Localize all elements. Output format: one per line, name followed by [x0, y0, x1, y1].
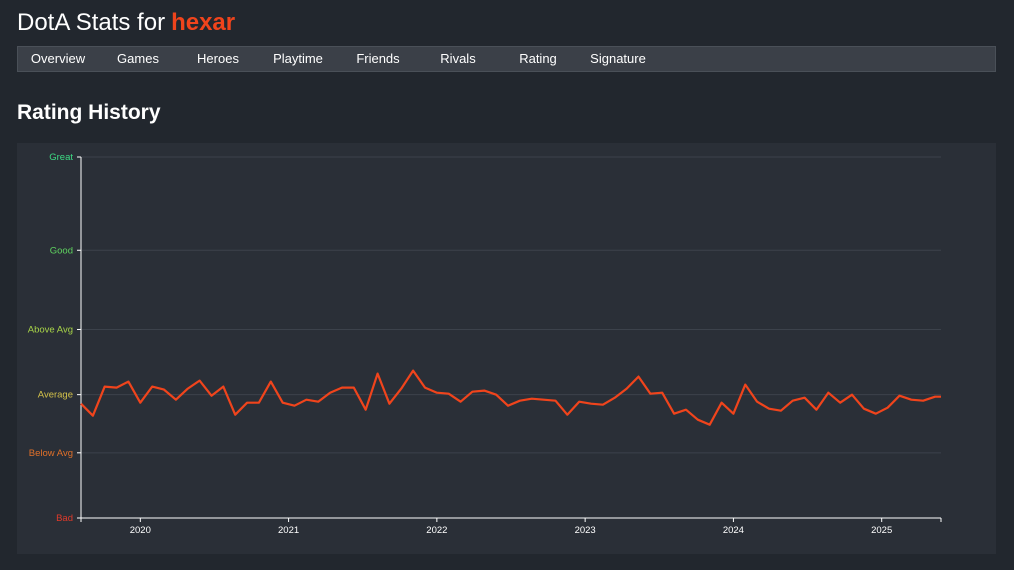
nav-item-rating[interactable]: Rating: [498, 47, 578, 71]
y-tick-label: Average: [38, 390, 73, 401]
y-tick-label: Bad: [56, 513, 73, 524]
nav-item-playtime[interactable]: Playtime: [258, 47, 338, 71]
nav-item-rivals[interactable]: Rivals: [418, 47, 498, 71]
username[interactable]: hexar: [171, 9, 235, 36]
x-tick-label: 2024: [723, 525, 744, 536]
y-tick-label: Great: [49, 152, 73, 163]
page-title: DotA Stats for hexar: [17, 8, 235, 38]
x-tick-label: 2020: [130, 525, 151, 536]
title-prefix: DotA Stats for: [17, 9, 166, 36]
nav-item-heroes[interactable]: Heroes: [178, 47, 258, 71]
y-tick-label: Above Avg: [28, 324, 73, 335]
y-tick-label: Good: [50, 245, 73, 256]
nav-item-friends[interactable]: Friends: [338, 47, 418, 71]
section-title: Rating History: [17, 101, 161, 124]
x-tick-label: 2025: [871, 525, 892, 536]
y-tick-label: Below Avg: [29, 448, 73, 459]
nav-item-games[interactable]: Games: [98, 47, 178, 71]
main-nav: Overview Games Heroes Playtime Friends R…: [17, 46, 996, 72]
x-tick-label: 2023: [575, 525, 596, 536]
rating-chart-panel: Great Good Above Avg Average Below Avg Bad 202…: [17, 143, 996, 554]
nav-item-signature[interactable]: Signature: [578, 47, 658, 71]
x-tick-label: 2022: [426, 525, 447, 536]
rating-chart: Great Good Above Avg Average Below Avg Bad 202…: [28, 152, 942, 536]
nav-item-overview[interactable]: Overview: [18, 47, 98, 71]
x-tick-label: 2021: [278, 525, 299, 536]
rating-series-line: [80, 369, 941, 426]
